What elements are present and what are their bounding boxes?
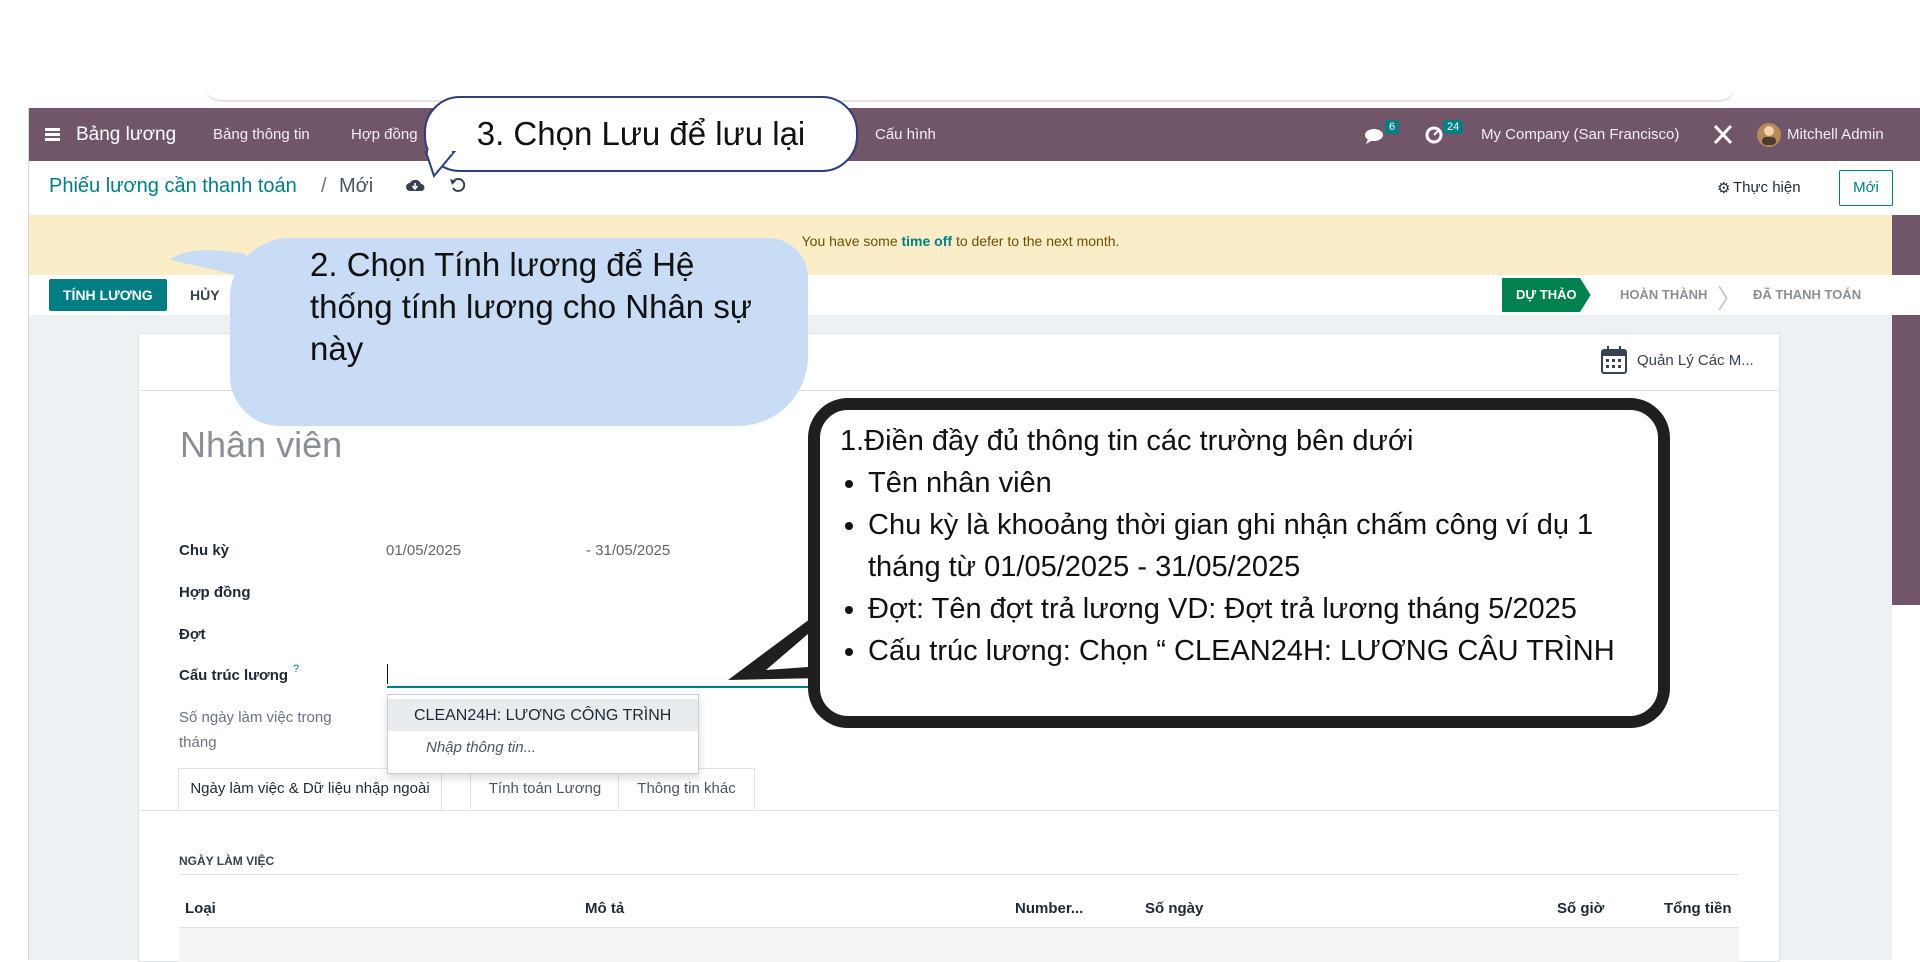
tools-icon[interactable] — [1712, 108, 1734, 161]
cancel-button[interactable]: HỦY — [190, 287, 220, 303]
new-button[interactable]: Mới — [1839, 170, 1893, 206]
help-icon[interactable]: ? — [293, 663, 299, 675]
banner-suffix: to defer to the next month. — [955, 233, 1120, 249]
browser-address-bar[interactable] — [205, 78, 1735, 102]
menu-configuration[interactable]: Cấu hình — [875, 108, 936, 161]
callout-fill-item: Cấu trúc lương: Chọn “ CLEAN24H: LƯƠNG C… — [868, 630, 1650, 672]
period-end-field[interactable]: - 31/05/2025 — [586, 542, 670, 559]
tab-other-info[interactable]: Thông tin khác — [618, 768, 755, 809]
side-panel-edge — [1892, 215, 1920, 605]
callout-save: 3. Chọn Lưu để lưu lại — [424, 96, 858, 172]
user-name[interactable]: Mitchell Admin — [1787, 108, 1884, 161]
calendar-icon — [1601, 346, 1627, 379]
messages-icon[interactable] — [1364, 108, 1386, 161]
company-switcher[interactable]: My Company (San Francisco) — [1481, 108, 1679, 161]
col-number[interactable]: Number... — [1015, 900, 1083, 917]
top-navbar: Bảng lương Bảng thông tin Hợp đồng Cấu h… — [29, 108, 1920, 161]
col-hours[interactable]: Số giờ — [1557, 900, 1604, 917]
callout-fill-title: 1.Điền đầy đủ thông tin các trường bên d… — [840, 425, 1414, 457]
callout-fill-item: Tên nhân viên — [868, 462, 1650, 504]
avatar[interactable] — [1756, 108, 1782, 161]
dropdown-search-more[interactable]: Nhập thông tin... — [426, 739, 536, 756]
callout-save-tail — [424, 150, 457, 179]
menu-contracts[interactable]: Hợp đồng — [351, 108, 418, 161]
banner-prefix: You have some — [801, 233, 898, 249]
col-days[interactable]: Số ngày — [1145, 900, 1203, 917]
time-off-link[interactable]: time off — [902, 233, 953, 249]
batch-label: Đợt — [179, 626, 206, 643]
tabs-divider — [139, 810, 1779, 811]
messages-badge: 6 — [1385, 120, 1400, 134]
tab-worked-days[interactable]: Ngày làm việc & Dữ liệu nhập ngoài — [178, 768, 442, 810]
breadcrumb-separator: / — [321, 175, 327, 197]
callout-fill-item: Chu kỳ là khooảng thời gian ghi nhận chấ… — [868, 504, 1650, 588]
section-divider — [179, 874, 1739, 875]
structure-dropdown: CLEAN24H: LƯƠNG CÔNG TRÌNH Nhập thông ti… — [387, 694, 699, 774]
gear-icon[interactable]: ⚙ — [1717, 179, 1730, 197]
section-title: NGÀY LÀM VIỆC — [179, 854, 275, 868]
stage-done[interactable]: HOÀN THÀNH — [1620, 287, 1707, 302]
period-start-field[interactable]: 01/05/2025 — [386, 542, 461, 559]
callout-fill: 1.Điền đầy đủ thông tin các trường bên d… — [840, 420, 1650, 672]
breadcrumb-parent[interactable]: Phiếu lương cần thanh toán — [49, 175, 297, 198]
breadcrumb-current: Mới — [339, 175, 374, 197]
callout-compute: 2. Chọn Tính lương để Hệ thống tính lươn… — [310, 246, 752, 367]
employee-field[interactable]: Nhân viên — [180, 424, 342, 466]
table-body — [179, 927, 1739, 962]
activity-badge: 24 — [1443, 120, 1464, 134]
callout-fill-item: Đợt: Tên đợt trả lương VD: Đợt trả lương… — [868, 588, 1650, 630]
activity-icon[interactable] — [1425, 108, 1445, 161]
stage-paid[interactable]: ĐÃ THANH TOÁN — [1753, 287, 1861, 302]
col-description[interactable]: Mô tả — [585, 900, 624, 917]
smart-button-leaves[interactable]: Quản Lý Các M... — [1637, 352, 1754, 369]
menu-dashboard[interactable]: Bảng thông tin — [213, 108, 310, 161]
period-label: Chu kỳ — [179, 542, 230, 559]
action-menu[interactable]: Thực hiện — [1733, 179, 1801, 196]
col-type[interactable]: Loại — [185, 900, 216, 917]
control-panel: Phiếu lương cần thanh toán / Mới ⚙ Thực … — [29, 161, 1920, 215]
contract-label: Hợp đồng — [179, 584, 251, 601]
workdays-label-line2: tháng — [179, 734, 217, 751]
compute-sheet-button[interactable]: TÍNH LƯƠNG — [49, 279, 167, 311]
save-cloud-icon[interactable] — [405, 177, 425, 200]
tab-salary-computation[interactable]: Tính toán Lương — [470, 768, 620, 809]
workdays-label-line1: Số ngày làm việc trong — [179, 709, 332, 726]
structure-label: Cấu trúc lương — [179, 667, 289, 684]
app-name[interactable]: Bảng lương — [76, 108, 176, 161]
app-menu-icon[interactable] — [45, 108, 61, 161]
stage-chevron-icon: 〉 — [1717, 284, 1744, 314]
col-amount[interactable]: Tổng tiền — [1664, 900, 1732, 917]
dropdown-option[interactable]: CLEAN24H: LƯƠNG CÔNG TRÌNH — [414, 707, 671, 725]
text-cursor — [387, 664, 388, 684]
stage-draft[interactable]: DỰ THẢO — [1502, 278, 1591, 312]
